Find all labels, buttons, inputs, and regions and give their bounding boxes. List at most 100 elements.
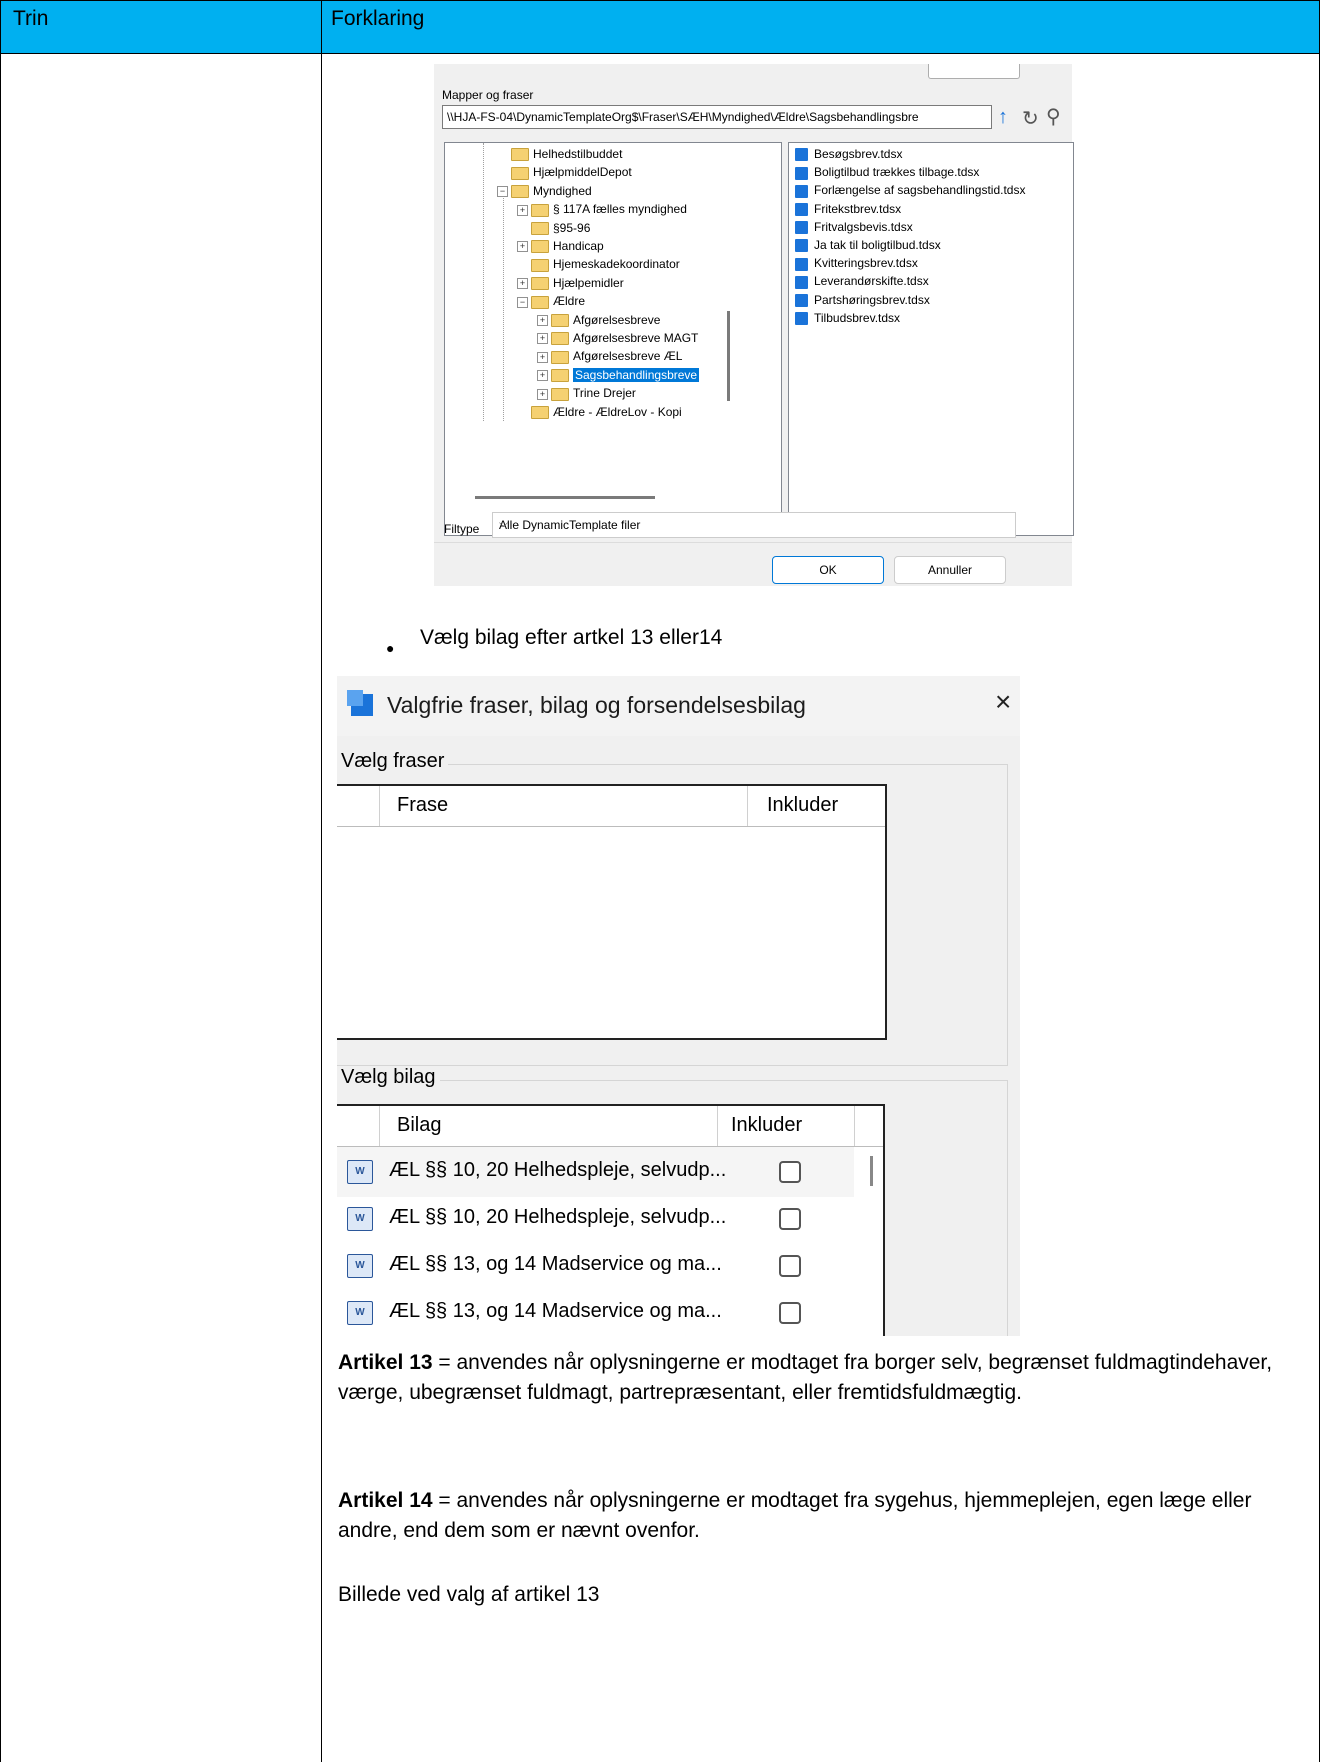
file-list[interactable]: Besøgsbrev.tdsx Boligtilbud trækkes tilba… xyxy=(788,142,1074,536)
expand-icon[interactable]: + xyxy=(517,278,528,290)
folder-icon xyxy=(551,369,569,383)
include-checkbox[interactable] xyxy=(779,1208,801,1230)
search-icon[interactable]: ⚲ xyxy=(1046,104,1061,129)
bilag-row[interactable]: WÆL § 16 Afløsning og aflastning. Arti..… xyxy=(337,1335,854,1336)
tree-item-label: Handicap xyxy=(553,239,604,253)
tree-item[interactable]: HjælpmiddelDepot xyxy=(511,165,632,184)
tree-item-label: § 117A fælles myndighed xyxy=(553,202,687,217)
close-icon[interactable]: × xyxy=(995,686,1011,718)
ok-button[interactable]: OK xyxy=(772,556,884,584)
tree-guide xyxy=(503,193,505,421)
bilag-name: ÆL §§ 13, og 14 Madservice og ma... xyxy=(389,1300,722,1322)
artikel-14-text: = anvendes når oplysningerne er modtaget… xyxy=(338,1489,1252,1542)
file-item[interactable]: Ja tak til boligtilbud.tdsx xyxy=(795,238,941,256)
collapse-icon[interactable]: − xyxy=(517,296,528,308)
file-item[interactable]: Boligtilbud trækkes tilbage.tdsx xyxy=(795,165,979,183)
expand-icon[interactable]: + xyxy=(537,314,548,326)
refresh-icon[interactable]: ↻ xyxy=(1022,106,1039,131)
bilag-row[interactable]: W ÆL §§ 13, og 14 Madservice og ma... xyxy=(337,1288,854,1336)
col-bilag[interactable]: Bilag xyxy=(397,1114,441,1137)
tree-horizontal-scrollbar[interactable] xyxy=(475,496,655,499)
template-file-icon xyxy=(795,221,808,235)
folder-icon xyxy=(511,148,529,162)
tree-item-label: Helhedstilbuddet xyxy=(533,147,623,161)
bilag-list-header: Bilag Inkluder xyxy=(337,1106,883,1147)
fraser-list-header: Frase Inkluder xyxy=(337,786,885,827)
tree-item-label: Afgørelsesbreve xyxy=(573,312,661,327)
up-arrow-icon[interactable]: ↑ xyxy=(998,106,1008,129)
tree-item-label: Sagsbehandlingsbreve xyxy=(573,367,700,382)
file-item[interactable]: Kvitteringsbrev.tdsx xyxy=(795,256,918,274)
tree-item[interactable]: + Afgørelsesbreve ÆL xyxy=(537,349,682,368)
bilag-scrollbar[interactable] xyxy=(870,1156,873,1186)
col-inkluder[interactable]: Inkluder xyxy=(731,1114,802,1137)
bilag-list[interactable]: Bilag Inkluder W ÆL §§ 10, 20 Helhedsplej… xyxy=(337,1104,885,1336)
header-trin: Trin xyxy=(13,7,49,30)
template-file-icon xyxy=(795,239,808,253)
app-icon-back xyxy=(347,690,363,706)
expand-icon[interactable]: + xyxy=(517,204,528,216)
collapse-icon[interactable]: − xyxy=(497,186,508,198)
col-inkluder[interactable]: Inkluder xyxy=(767,794,838,817)
file-name: Forlængelse af sagsbehandlingstid.tdsx xyxy=(814,183,1026,198)
tree-item[interactable]: + Trine Drejer xyxy=(537,386,636,405)
artikel-13-text: = anvendes når oplysningerne er modtaget… xyxy=(338,1351,1273,1404)
tree-item[interactable]: + Afgørelsesbreve MAGT xyxy=(537,331,698,350)
bilag-row[interactable]: W ÆL §§ 13, og 14 Madservice og ma... xyxy=(337,1241,854,1291)
dialog-title: Valgfrie fraser, bilag og forsendelsesbi… xyxy=(387,692,806,718)
file-item[interactable]: Leverandørskifte.tdsx xyxy=(795,274,929,292)
expand-icon[interactable]: + xyxy=(517,241,528,253)
include-checkbox[interactable] xyxy=(779,1255,801,1277)
tree-item[interactable]: + Afgørelsesbreve xyxy=(537,313,660,332)
tree-item[interactable]: Hjemeskadekoordinator xyxy=(531,257,680,276)
tree-item[interactable]: − Myndighed xyxy=(497,184,592,203)
tree-vertical-scrollbar[interactable] xyxy=(727,311,730,401)
template-file-icon xyxy=(795,312,808,326)
tree-item[interactable]: + Sagsbehandlingsbreve xyxy=(537,367,700,387)
word-document-icon: W xyxy=(347,1160,373,1184)
template-file-icon xyxy=(795,293,808,307)
folder-icon xyxy=(531,203,549,217)
file-item[interactable]: Fritekstbrev.tdsx xyxy=(795,202,901,220)
tree-item[interactable]: Ældre - ÆldreLov - Kopi xyxy=(531,405,682,424)
path-field[interactable]: \\HJA-FS-04\DynamicTemplateOrg$\Fraser\S… xyxy=(442,105,992,129)
filetype-select[interactable]: Alle DynamicTemplate filer ⌵ xyxy=(492,512,1016,538)
file-item[interactable]: Fritvalgsbevis.tdsx xyxy=(795,220,913,238)
tree-item[interactable]: §95-96 xyxy=(531,221,590,240)
file-item[interactable]: Forlængelse af sagsbehandlingstid.tdsx xyxy=(795,183,1025,201)
expand-icon[interactable]: + xyxy=(537,333,548,345)
tree-item-label: Ældre - ÆldreLov - Kopi xyxy=(553,404,682,419)
top-button[interactable] xyxy=(928,64,1020,79)
artikel-13-label: Artikel 13 xyxy=(338,1351,433,1374)
folder-tree[interactable]: Helhedstilbuddet HjælpmiddelDepot − Myndigh… xyxy=(444,142,782,536)
bullet-icon: ● xyxy=(386,640,395,656)
tree-item[interactable]: + § 117A fælles myndighed xyxy=(517,202,687,221)
tree-item[interactable]: Helhedstilbuddet xyxy=(511,147,622,166)
file-item[interactable]: Partshøringsbrev.tdsx xyxy=(795,293,930,311)
folder-icon xyxy=(531,405,549,419)
expand-icon[interactable]: + xyxy=(537,351,548,363)
expand-icon[interactable]: + xyxy=(537,370,548,382)
bilag-row[interactable]: W ÆL §§ 10, 20 Helhedspleje, selvudp... xyxy=(337,1194,854,1244)
include-checkbox[interactable] xyxy=(779,1161,801,1183)
tree-item-label: Trine Drejer xyxy=(573,386,636,401)
file-name: Besøgsbrev.tdsx xyxy=(814,147,903,161)
file-item[interactable]: Tilbudsbrev.tdsx xyxy=(795,311,900,329)
divider xyxy=(434,542,1072,543)
tree-item[interactable]: + Hjælpemidler xyxy=(517,276,624,295)
word-document-icon: W xyxy=(347,1207,373,1231)
include-checkbox[interactable] xyxy=(779,1302,801,1324)
file-name: Tilbudsbrev.tdsx xyxy=(814,310,901,325)
tree-item[interactable]: + Handicap xyxy=(517,239,604,258)
fraser-list[interactable]: Frase Inkluder xyxy=(337,784,887,1040)
bullet-text: Vælg bilag efter artkel 13 eller14 xyxy=(420,626,723,649)
col-frase[interactable]: Frase xyxy=(397,794,448,817)
expand-icon[interactable]: + xyxy=(537,388,548,400)
mapper-label: Mapper og fraser xyxy=(442,88,534,102)
tree-item[interactable]: − Ældre xyxy=(517,294,585,313)
cancel-button[interactable]: Annuller xyxy=(894,556,1006,584)
file-item[interactable]: Besøgsbrev.tdsx xyxy=(795,147,902,165)
file-name: Ja tak til boligtilbud.tdsx xyxy=(814,238,941,252)
header-forklaring: Forklaring xyxy=(331,7,425,30)
bilag-row[interactable]: W ÆL §§ 10, 20 Helhedspleje, selvudp... xyxy=(337,1147,854,1197)
